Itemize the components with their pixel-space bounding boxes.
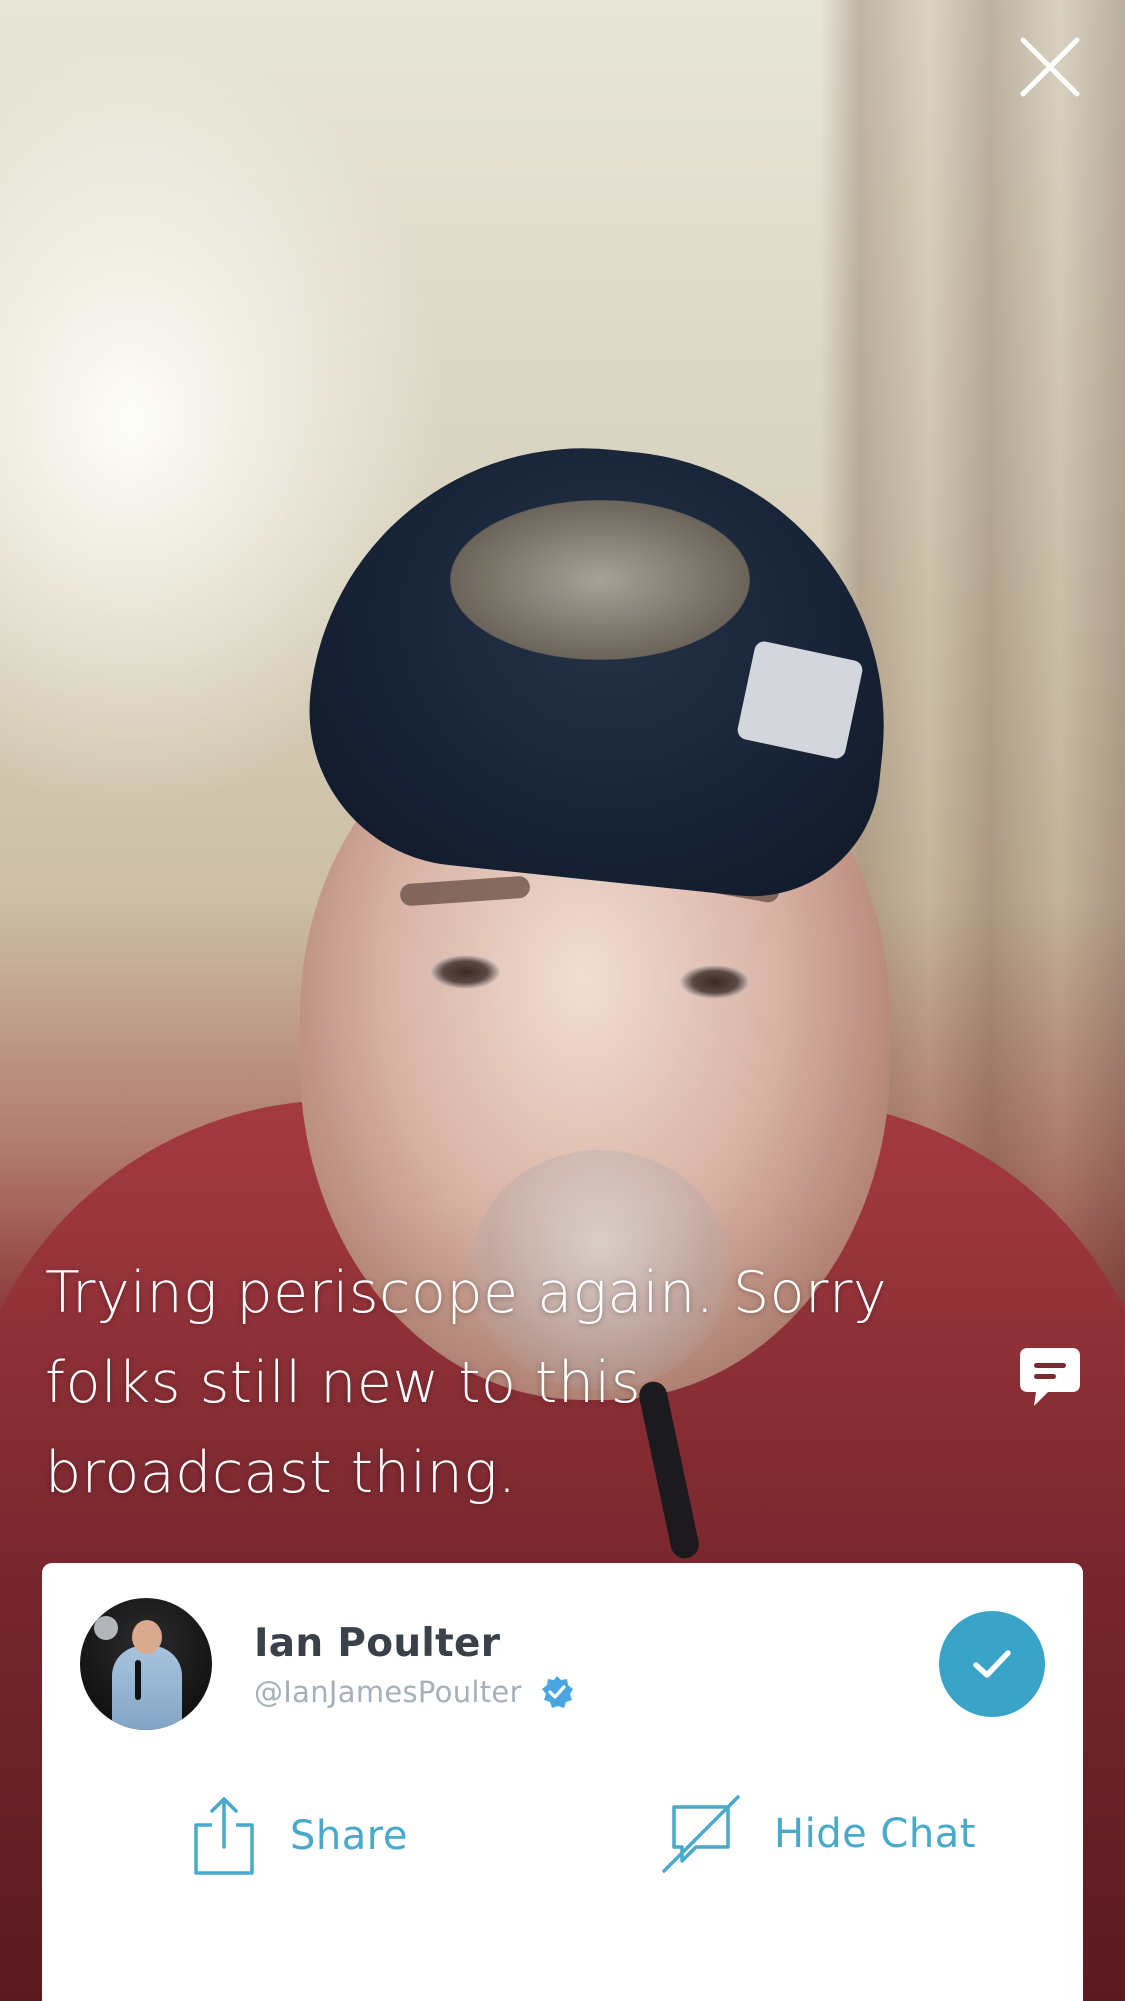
broadcast-screen: Trying periscope again. Sorry folks stil… [0,0,1125,2001]
share-button[interactable]: Share [192,1795,408,1877]
chat-toggle-button[interactable] [1018,1346,1082,1410]
avatar-suit [112,1646,182,1730]
hide-chat-icon [662,1795,740,1873]
close-button[interactable] [1015,32,1085,102]
chat-bubble-icon [1020,1348,1080,1406]
avatar[interactable] [80,1598,212,1730]
broadcast-title: Trying periscope again. Sorry folks stil… [45,1260,888,1506]
close-icon [1020,37,1080,97]
share-label: Share [290,1813,408,1859]
avatar-mic [135,1660,141,1700]
profile-card: Ian Poulter @IanJamesPoulter Share Hide … [42,1563,1083,2001]
verified-badge-icon [541,1676,573,1708]
video-eye-left [430,955,500,989]
broadcaster-handle[interactable]: @IanJamesPoulter [254,1675,522,1709]
follow-button[interactable] [939,1611,1045,1717]
video-hair [450,500,750,660]
video-eye-right [680,965,750,999]
checkmark-icon [973,1650,1011,1678]
avatar-head [132,1620,162,1654]
share-icon [194,1797,254,1875]
broadcaster-name[interactable]: Ian Poulter [254,1621,500,1666]
avatar-logo [94,1616,118,1640]
hide-chat-button[interactable]: Hide Chat [662,1795,976,1873]
handle-row: @IanJamesPoulter [254,1675,574,1709]
hide-chat-label: Hide Chat [774,1811,976,1857]
